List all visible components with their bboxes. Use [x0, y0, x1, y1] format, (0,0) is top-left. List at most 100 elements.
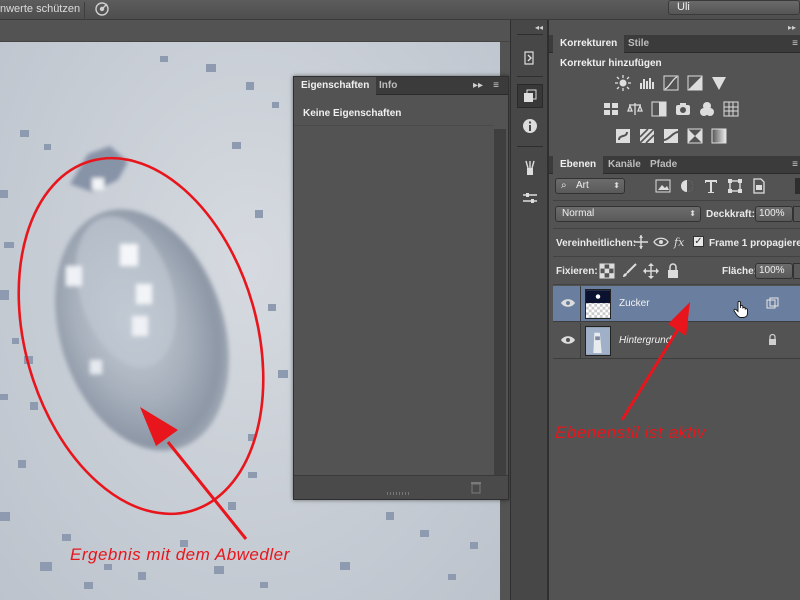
propagate-checkbox[interactable]: ✓	[693, 236, 704, 247]
workspace-selector[interactable]: Uli	[668, 0, 800, 15]
layer-filter-select[interactable]: ⌕ Art ⬍	[555, 178, 625, 194]
layer-style-annotation: Ebenenstil ist aktiv	[555, 423, 706, 442]
layers-menu-icon[interactable]: ≡	[789, 159, 800, 171]
options-separator	[84, 2, 85, 18]
brushes-icon[interactable]	[517, 156, 543, 180]
dock-separator	[517, 146, 543, 147]
dock-separator	[517, 76, 543, 77]
tab-ebenen[interactable]: Ebenen	[553, 156, 604, 174]
filter-type-icon[interactable]	[703, 178, 719, 194]
tab-korrekturen[interactable]: Korrekturen	[553, 35, 625, 53]
hand-cursor-icon	[733, 300, 748, 318]
threshold-icon[interactable]	[663, 128, 679, 144]
brush-presets-icon[interactable]	[517, 186, 543, 210]
fill-value: 100%	[759, 265, 785, 276]
collapse-icon[interactable]: ▸▸	[472, 80, 484, 92]
lock-position-icon[interactable]	[643, 263, 659, 279]
opacity-input[interactable]: 100%	[755, 206, 793, 222]
lock-icon	[769, 334, 776, 345]
layers-tabs: Ebenen Kanäle Pfade ≡	[549, 156, 800, 174]
filter-pixel-icon[interactable]	[655, 178, 671, 194]
propagate-label: Frame 1 propagiere	[709, 238, 800, 249]
selective-color-icon[interactable]	[687, 128, 703, 144]
eye-icon[interactable]	[561, 335, 575, 345]
color-lookup-icon[interactable]	[723, 101, 739, 117]
filter-shape-icon[interactable]	[727, 178, 743, 194]
arrow-to-layer	[620, 302, 690, 421]
panel-icon-dock: ◂◂	[510, 20, 548, 600]
lock-label: Fixieren:	[556, 266, 598, 277]
exposure-icon[interactable]	[687, 75, 703, 91]
row-separator	[553, 284, 800, 285]
filter-smartobject-icon[interactable]	[751, 178, 767, 194]
filter-toggle[interactable]	[795, 178, 800, 194]
filter-search-icon: ⌕	[561, 180, 567, 191]
adjustments-menu-icon[interactable]: ≡	[789, 38, 800, 50]
airbrush-target-icon[interactable]	[94, 1, 110, 17]
brightness-icon[interactable]	[615, 75, 631, 91]
layer-style-badge-icon[interactable]	[766, 297, 779, 309]
photo-filter-icon[interactable]	[675, 101, 691, 117]
eye-icon[interactable]	[561, 298, 575, 308]
filter-adjustment-icon[interactable]	[679, 178, 695, 194]
levels-icon[interactable]	[639, 75, 655, 91]
trash-icon[interactable]	[470, 481, 482, 494]
gradient-map-icon[interactable]	[711, 128, 727, 144]
tab-info[interactable]: Info	[372, 77, 404, 95]
opacity-value: 100%	[759, 208, 785, 219]
opacity-label: Deckkraft:	[706, 209, 755, 220]
properties-scrollbar[interactable]	[494, 129, 506, 475]
chevron-updown-icon: ⬍	[613, 181, 620, 190]
unify-style-icon[interactable]: fx	[673, 234, 689, 250]
tab-stile[interactable]: Stile	[621, 35, 656, 53]
fill-input[interactable]: 100%	[755, 263, 793, 279]
invert-icon[interactable]	[615, 128, 631, 144]
vibrance-icon[interactable]	[711, 75, 727, 91]
black-white-icon[interactable]	[651, 101, 667, 117]
info-icon[interactable]	[517, 114, 543, 138]
row-separator	[553, 256, 800, 257]
unify-visibility-icon[interactable]	[653, 234, 669, 250]
lock-transparent-icon[interactable]	[599, 263, 615, 279]
rightdock-collapse-icon[interactable]: ▸▸	[788, 23, 796, 32]
tab-pfade[interactable]: Pfade	[643, 156, 684, 174]
fill-slider-toggle[interactable]	[793, 263, 800, 279]
opacity-slider-toggle[interactable]	[793, 206, 800, 222]
tab-kanaele[interactable]: Kanäle	[601, 156, 648, 174]
adjustments-tabs: Korrekturen Stile ≡	[549, 35, 800, 53]
row-separator	[553, 200, 800, 201]
properties-content	[294, 125, 494, 475]
blend-mode-value: Normal	[562, 208, 595, 219]
lock-pixels-brush-icon[interactable]	[621, 263, 637, 279]
no-properties-label: Keine Eigenschaften	[303, 108, 402, 119]
dodge-result-annotation: Ergebnis mit dem Abwedler	[70, 545, 290, 564]
water-drop	[55, 146, 229, 451]
fill-label: Fläche:	[722, 266, 758, 277]
options-bar: nwerte schützen Uli	[0, 0, 800, 20]
channel-mixer-icon[interactable]	[699, 101, 715, 117]
tab-eigenschaften[interactable]: Eigenschaften	[294, 77, 377, 95]
document-tab-strip	[0, 20, 510, 42]
hue-saturation-icon[interactable]	[603, 101, 619, 117]
properties-panel: Eigenschaften Info ▸▸ ≡ Keine Eigenschaf…	[293, 76, 509, 500]
blend-mode-select[interactable]: Normal ⬍	[555, 206, 701, 222]
workspace-name: Uli	[677, 1, 690, 13]
layer-separator	[580, 286, 581, 322]
chevron-updown-icon: ⬍	[689, 209, 696, 218]
dock-separator	[517, 34, 543, 35]
unify-label: Vereinheitlichen:	[556, 238, 637, 249]
curves-icon[interactable]	[663, 75, 679, 91]
dock-collapse-icon[interactable]: ◂◂	[535, 23, 543, 32]
properties-footer	[294, 475, 508, 499]
protect-tones-label[interactable]: nwerte schützen	[0, 3, 80, 15]
layer-separator	[580, 323, 581, 359]
resize-grip[interactable]	[387, 492, 411, 495]
color-balance-icon[interactable]	[627, 101, 643, 117]
unify-position-icon[interactable]	[633, 234, 649, 250]
posterize-icon[interactable]	[639, 128, 655, 144]
lock-all-icon[interactable]	[665, 263, 681, 279]
panel-menu-icon[interactable]: ≡	[490, 80, 502, 92]
history-icon[interactable]	[517, 46, 543, 70]
properties-icon[interactable]	[517, 84, 543, 108]
svg-text:fx: fx	[673, 236, 685, 249]
